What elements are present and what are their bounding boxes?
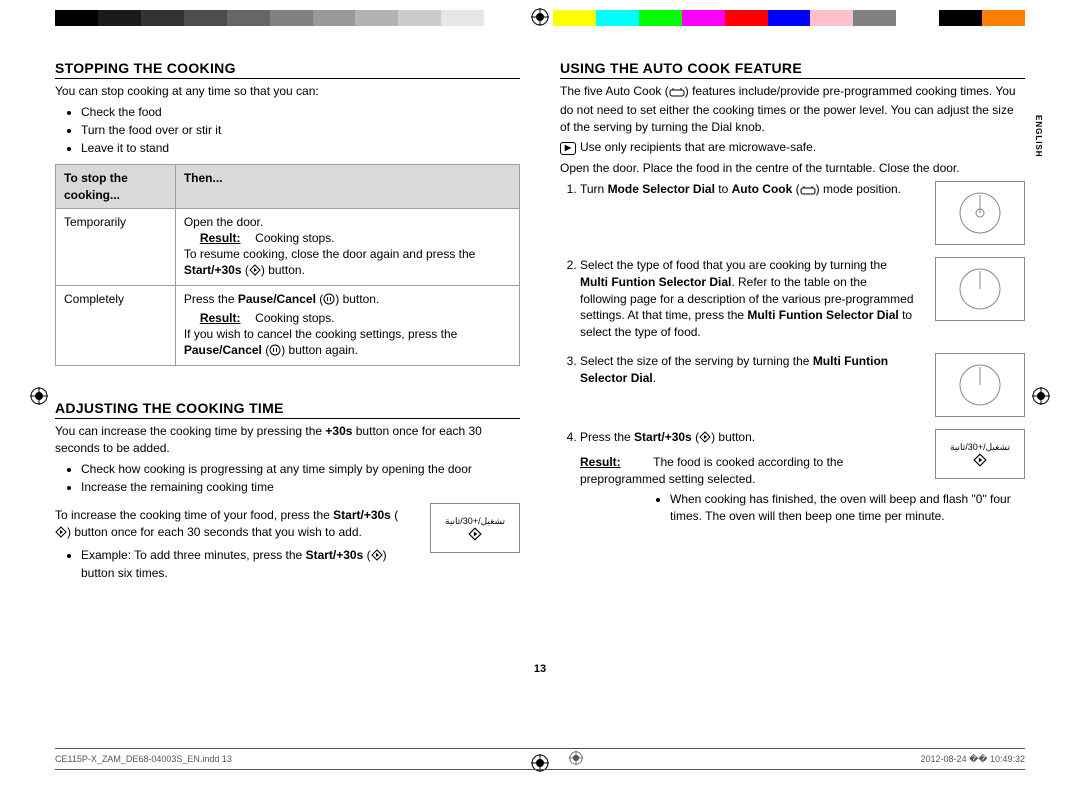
step-item: Select the type of food that you are coo… [580, 257, 1025, 341]
table-cell: Temporarily [56, 208, 176, 286]
bullet-item: Check how cooking is progressing at any … [81, 461, 520, 477]
registration-mark-left [30, 387, 48, 405]
steps-list: Turn Mode Selector Dial to Auto Cook () … [560, 181, 1025, 537]
note-icon: ▶ [560, 142, 576, 155]
pause-icon [269, 344, 281, 360]
registration-mark-right [1032, 387, 1050, 405]
autocook-icon [800, 183, 816, 200]
note-line: ▶Use only recipients that are microwave-… [560, 139, 1025, 156]
step-item: Turn Mode Selector Dial to Auto Cook () … [580, 181, 1025, 245]
registration-mark-top [531, 8, 549, 26]
body-text: Open the door. Place the food in the cen… [560, 160, 1025, 177]
heading-stopping: STOPPING THE COOKING [55, 60, 520, 79]
right-column: USING THE AUTO COOK FEATURE The five Aut… [560, 60, 1025, 589]
start-button-graphic: تشغيل/+30/ثانية [935, 429, 1025, 479]
autocook-icon [669, 85, 685, 102]
table-cell: Press the Pause/Cancel () button. Result… [175, 286, 519, 366]
selector-dial-graphic [935, 257, 1025, 321]
registration-mark-footer [569, 751, 583, 767]
footer-timestamp: 2012-08-24 �� 10:49:32 [920, 754, 1025, 765]
result-label: Result: [200, 310, 252, 326]
table-header: To stop the cooking... [56, 165, 176, 208]
table-cell: Completely [56, 286, 176, 366]
table-header: Then... [175, 165, 519, 208]
result-label: Result: [200, 230, 252, 246]
heading-adjusting: ADJUSTING THE COOKING TIME [55, 400, 520, 419]
left-column: STOPPING THE COOKING You can stop cookin… [55, 60, 520, 589]
bullet-item: Turn the food over or stir it [81, 122, 520, 138]
start-icon [371, 549, 383, 565]
body-text: The five Auto Cook () features include/p… [560, 83, 1025, 135]
language-tab: ENGLISH [1034, 115, 1043, 158]
page-content: ENGLISH STOPPING THE COOKING You can sto… [55, 60, 1025, 730]
bullet-list: Check how cooking is progressing at any … [55, 461, 520, 495]
page-number: 13 [55, 663, 1025, 675]
bullet-item: Increase the remaining cooking time [81, 479, 520, 495]
start-icon [699, 431, 711, 448]
start-button-graphic: تشغيل/+30/ثانية [430, 503, 520, 553]
stop-cooking-table: To stop the cooking... Then... Temporari… [55, 164, 520, 366]
step-item: تشغيل/+30/ثانية Press the Start/+30s () … [580, 429, 1025, 537]
bullet-item: Check the food [81, 104, 520, 120]
bullet-item: Leave it to stand [81, 140, 520, 156]
print-footer: CE115P-X_ZAM_DE68-04003S_EN.indd 13 2012… [55, 748, 1025, 770]
mode-dial-graphic [935, 181, 1025, 245]
table-row: Temporarily Open the door. Result: Cooki… [56, 208, 520, 286]
result-label: Result: [580, 454, 650, 471]
pause-icon [323, 293, 335, 309]
start-icon [55, 526, 67, 543]
heading-autocook: USING THE AUTO COOK FEATURE [560, 60, 1025, 79]
step-item: Select the size of the serving by turnin… [580, 353, 1025, 417]
selector-dial-graphic [935, 353, 1025, 417]
bullet-item: When cooking has finished, the oven will… [670, 491, 1025, 525]
body-text: You can increase the cooking time by pre… [55, 423, 520, 457]
start-icon [249, 264, 261, 280]
intro-bullets: Check the food Turn the food over or sti… [55, 104, 520, 157]
table-cell: Open the door. Result: Cooking stops. To… [175, 208, 519, 286]
table-row: Completely Press the Pause/Cancel () but… [56, 286, 520, 366]
footer-filename: CE115P-X_ZAM_DE68-04003S_EN.indd 13 [55, 754, 232, 764]
intro-text: You can stop cooking at any time so that… [55, 83, 520, 100]
